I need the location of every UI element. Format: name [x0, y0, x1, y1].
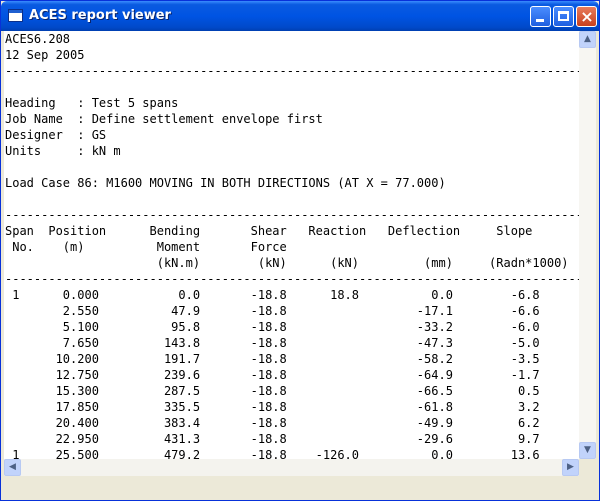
report-line: 15.300 287.5 -18.8 -66.5 0.5 — [5, 384, 540, 398]
report-line: ACES6.208 — [5, 32, 71, 46]
app-window-icon — [8, 9, 23, 22]
report-line: 5.100 95.8 -18.8 -33.2 -6.0 — [5, 320, 540, 334]
report-line: 22.950 431.3 -18.8 -29.6 9.7 — [5, 432, 540, 446]
report-line: 20.400 383.4 -18.8 -49.9 6.2 — [5, 416, 540, 430]
arrow-left-icon: ◀ — [9, 462, 16, 472]
report-line: 12.750 239.6 -18.8 -64.9 -1.7 — [5, 368, 540, 382]
report-viewer-window: ACES report viewer × ACES6.208 12 Sep 200… — [0, 0, 600, 501]
report-line: 7.650 143.8 -18.8 -47.3 -5.0 — [5, 336, 540, 350]
arrow-right-icon: ▶ — [567, 462, 574, 472]
separator-line: ----------------------------------------… — [5, 64, 579, 78]
arrow-up-icon: ▲ — [584, 34, 591, 44]
scrollbar-corner — [579, 459, 596, 476]
report-line: 1 0.000 0.0 -18.8 18.8 0.0 -6.8 — [5, 288, 540, 302]
report-line: Span Position Bending Shear Reaction Def… — [5, 224, 533, 238]
title-bar[interactable]: ACES report viewer × — [1, 1, 599, 31]
report-text: ACES6.208 12 Sep 2005 --------------------… — [5, 31, 579, 459]
report-line: 1 25.500 479.2 -18.8 -126.0 0.0 13.6 — [5, 448, 540, 459]
maximize-icon — [558, 11, 569, 21]
window-bottom-frame — [4, 478, 596, 498]
report-line: Designer : GS — [5, 128, 107, 142]
report-text-area[interactable]: ACES6.208 12 Sep 2005 --------------------… — [4, 31, 579, 459]
minimize-icon — [536, 19, 544, 22]
horizontal-scrollbar[interactable]: ◀ ▶ — [4, 459, 579, 476]
scroll-down-button[interactable]: ▼ — [579, 442, 596, 459]
window-title: ACES report viewer — [29, 8, 171, 23]
report-line — [5, 191, 579, 207]
report-line: 2.550 47.9 -18.8 -17.1 -6.6 — [5, 304, 540, 318]
close-icon: × — [580, 7, 594, 26]
report-line: 12 Sep 2005 — [5, 48, 85, 62]
separator-line: ----------------------------------------… — [5, 272, 579, 286]
close-button[interactable]: × — [576, 6, 597, 27]
report-line — [5, 79, 579, 95]
report-line: Load Case 86: M1600 MOVING IN BOTH DIREC… — [5, 176, 446, 190]
vertical-scrollbar[interactable]: ▲ ▼ — [579, 31, 596, 459]
report-line: Units : kN m — [5, 144, 121, 158]
scroll-up-button[interactable]: ▲ — [579, 31, 596, 48]
separator-line: ----------------------------------------… — [5, 208, 579, 222]
scroll-right-button[interactable]: ▶ — [562, 459, 579, 476]
report-line: Job Name : Define settlement envelope fi… — [5, 112, 323, 126]
report-line: (kN.m) (kN) (kN) (mm) (Radn*1000) — [5, 256, 569, 270]
minimize-button[interactable] — [530, 6, 551, 27]
report-line: No. (m) Moment Force — [5, 240, 287, 254]
report-line: 10.200 191.7 -18.8 -58.2 -3.5 — [5, 352, 540, 366]
maximize-button[interactable] — [553, 6, 574, 27]
scroll-left-button[interactable]: ◀ — [4, 459, 21, 476]
report-line — [5, 159, 579, 175]
report-line: 17.850 335.5 -18.8 -61.8 3.2 — [5, 400, 540, 414]
arrow-down-icon: ▼ — [584, 445, 591, 455]
report-line: Heading : Test 5 spans — [5, 96, 179, 110]
vertical-scroll-track[interactable] — [579, 48, 596, 442]
